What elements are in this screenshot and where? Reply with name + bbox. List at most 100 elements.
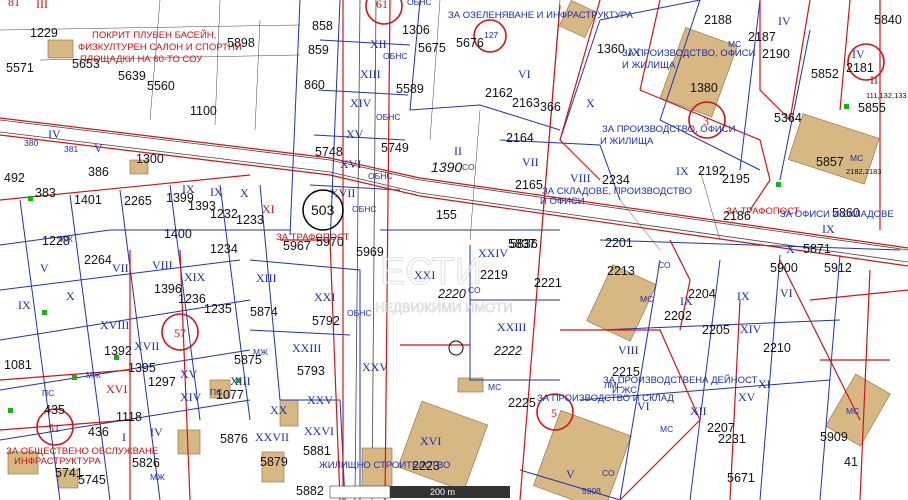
svg-text:XXVI: XXVI	[304, 424, 334, 438]
svg-text:VIII: VIII	[152, 258, 173, 272]
scale-label: 200 m	[430, 487, 455, 497]
lot-label: 5837	[508, 237, 536, 251]
svg-text:X: X	[586, 96, 595, 110]
lot-label: 2162	[485, 86, 513, 100]
lot-label: 383	[35, 186, 56, 200]
lot-label: 2195	[722, 172, 750, 186]
svg-text:XV: XV	[738, 390, 756, 404]
svg-text:III: III	[36, 0, 48, 11]
svg-text:МС: МС	[850, 153, 863, 163]
svg-text:IV: IV	[778, 14, 791, 28]
svg-text:ЗА ПРОИЗВОДСТВО И СКЛАД: ЗА ПРОИЗВОДСТВО И СКЛАД	[537, 393, 674, 404]
lot-label: 5671	[727, 471, 755, 485]
svg-text:ЗА ПРОИЗВОДСТВО, ОФИСИ: ЗА ПРОИЗВОДСТВО, ОФИСИ	[622, 48, 756, 59]
svg-text:ОБНС: ОБНС	[347, 308, 371, 318]
lot-label: 1390	[431, 159, 462, 175]
svg-text:И ЖИЛИЩА: И ЖИЛИЩА	[600, 136, 654, 147]
svg-text:ИНФРАСТРУКТУРА: ИНФРАСТРУКТУРА	[14, 456, 101, 467]
cadastral-map[interactable]: 1229 5653 5639 5560 5898 1100 858 859 86…	[0, 0, 908, 500]
svg-text:МЖ: МЖ	[150, 472, 165, 482]
lot-label: 5874	[250, 305, 278, 319]
svg-text:XII: XII	[370, 37, 387, 51]
svg-text:НЕДВИЖИМИ ИМОТИ: НЕДВИЖИМИ ИМОТИ	[375, 300, 513, 315]
lot-label: 2265	[124, 194, 152, 208]
svg-text:IX: IX	[18, 298, 31, 312]
lot-label: 5748	[315, 145, 343, 159]
svg-text:ЕСТИ: ЕСТИ	[380, 251, 482, 293]
lot-label: 2164	[506, 131, 534, 145]
svg-text:МС: МС	[488, 382, 501, 392]
svg-text:XI: XI	[758, 377, 771, 391]
lot-label: 5882	[296, 484, 324, 498]
lot-label: 366	[540, 100, 561, 114]
lot-label: 492	[4, 171, 25, 185]
svg-text:X: X	[786, 242, 795, 256]
svg-text:IX: IX	[822, 222, 835, 236]
lot-label: 1395	[128, 361, 156, 375]
lot-label: 5881	[303, 444, 331, 458]
svg-text:МЖ: МЖ	[253, 347, 268, 357]
lot-label: 41	[844, 455, 858, 469]
lot-label: 5900	[770, 261, 798, 275]
lot-label: 1360	[597, 42, 625, 56]
svg-text:XIV: XIV	[740, 322, 762, 336]
svg-text:XXVII: XXVII	[255, 430, 289, 444]
lot-label: 858	[312, 19, 333, 33]
lot-label: 1306	[402, 23, 430, 37]
lot-label: 2213	[607, 264, 635, 278]
svg-text:X: X	[240, 186, 249, 200]
svg-text:57: 57	[174, 326, 186, 340]
lot-label: 1236	[178, 292, 206, 306]
lot-label: 5675	[418, 41, 446, 55]
lot-label: 1297	[148, 375, 176, 389]
lot-label-selected: 503	[311, 202, 335, 218]
lot-label: 5676	[456, 36, 484, 50]
lot-label: 436	[88, 425, 109, 439]
svg-text:ЗА ОФИСИ И СКЛАДОВЕ: ЗА ОФИСИ И СКЛАДОВЕ	[780, 209, 894, 220]
lot-label: 2221	[534, 276, 562, 290]
svg-text:ЖИЛИЩНО СТРОИТЕЛСТВО: ЖИЛИЩНО СТРОИТЕЛСТВО	[319, 460, 450, 471]
svg-text:XVI: XVI	[106, 382, 127, 396]
svg-text:ПЛОЩАДКИ НА 60-ТО СОУ: ПЛОЩАДКИ НА 60-ТО СОУ	[80, 54, 203, 65]
svg-text:81: 81	[8, 0, 20, 9]
svg-text:ЗА ТРАФОПОСТ: ЗА ТРАФОПОСТ	[276, 232, 350, 243]
lot-label: 5826	[132, 456, 160, 470]
lot-label: 1233	[236, 213, 264, 227]
lot-label: 2222	[493, 344, 522, 358]
lot-label: 5876	[220, 432, 248, 446]
svg-text:XIV: XIV	[180, 390, 202, 404]
lot-label: 5908	[582, 486, 601, 496]
lot-label: 5855	[858, 101, 886, 115]
lot-label: 5857	[816, 155, 844, 169]
lot-label: 2188	[704, 13, 732, 27]
svg-text:XX: XX	[270, 403, 288, 417]
svg-text:ОБНС: ОБНС	[368, 171, 392, 181]
lot-label: 5571	[6, 61, 34, 75]
lot-label: 5909	[820, 430, 848, 444]
svg-text:ОБНС: ОБНС	[352, 204, 376, 214]
svg-text:СО: СО	[602, 468, 615, 478]
lot-label: 5792	[312, 314, 340, 328]
svg-text:XV: XV	[346, 127, 364, 141]
lot-label: 5912	[824, 261, 852, 275]
svg-text:XIII: XIII	[230, 374, 251, 388]
svg-text:3: 3	[703, 114, 709, 128]
svg-text:IV: IV	[150, 425, 163, 439]
svg-text:XVI: XVI	[340, 157, 361, 171]
lot-label: 5852	[811, 67, 839, 81]
lot-label: 2231	[718, 432, 746, 446]
svg-text:XXI: XXI	[314, 290, 335, 304]
lot-label: 1118	[116, 410, 142, 424]
lot-label: 1100	[190, 104, 217, 118]
svg-text:XXIV: XXIV	[478, 246, 508, 260]
lot-label: 380	[24, 138, 38, 148]
lot-label: 2190	[762, 47, 790, 61]
svg-text:VI: VI	[518, 67, 531, 81]
svg-text:ПС: ПС	[42, 388, 54, 398]
svg-text:XI: XI	[262, 202, 275, 216]
lot-label: 1401	[74, 193, 102, 207]
lot-label: 1300	[136, 152, 164, 166]
svg-text:X: X	[66, 289, 75, 303]
svg-text:ПОКРИТ ПЛУВЕН БАСЕЙН,: ПОКРИТ ПЛУВЕН БАСЕЙН,	[92, 29, 216, 41]
scale-bar: 200 m	[329, 485, 510, 499]
